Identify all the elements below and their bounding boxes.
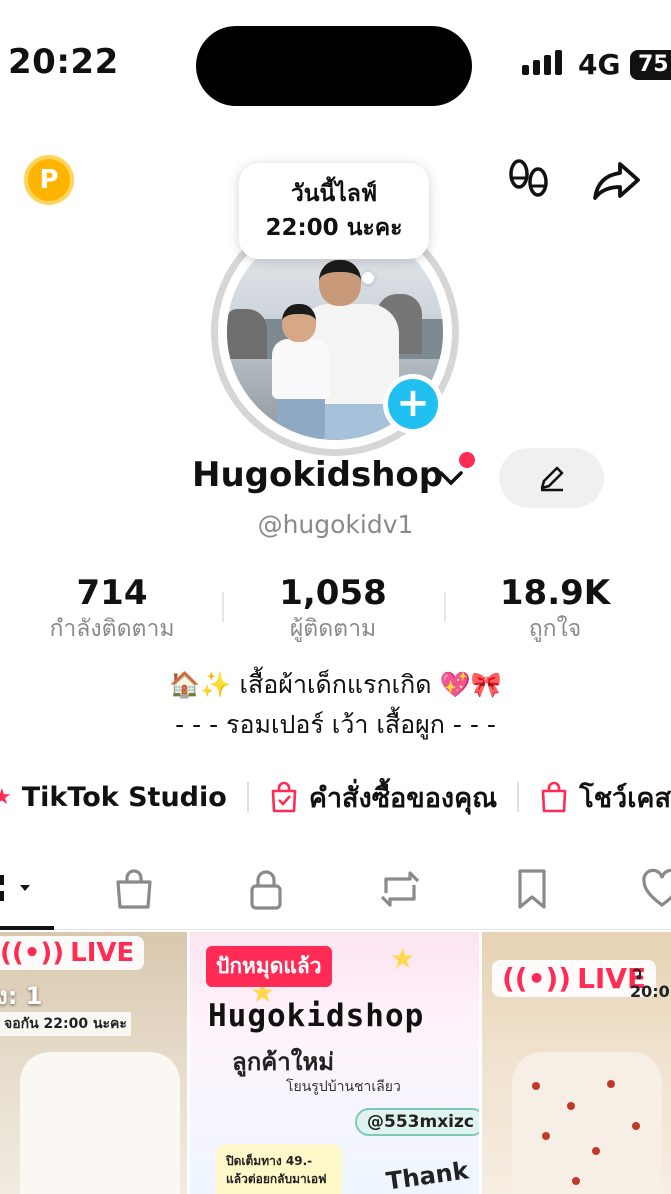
display-name[interactable]: Hugokidshop (192, 455, 443, 495)
chevron-down-icon[interactable] (437, 465, 465, 489)
video-thumbnail[interactable]: ((•)) LIVE ง: 1 จอกัน 22:00 นะคะ (0, 932, 187, 1194)
shortcut-row: ★ TikTok Studio คำสั่งซื้อของคุณ โชว์เคส (0, 775, 671, 819)
edit-profile-button[interactable] (499, 448, 604, 508)
live-broadcast-icon: ((•)) (0, 938, 65, 968)
status-time: 20:22 (8, 42, 119, 82)
video-time: 20:0 (630, 982, 670, 1001)
thumbnail-garment (20, 1052, 180, 1194)
live-note-line1: วันนี้ไลฟ์ (290, 181, 378, 207)
points-coin-icon[interactable]: P (24, 155, 74, 205)
shopping-bag-icon (541, 781, 567, 813)
tab-reposts[interactable] (370, 864, 430, 914)
stat-followers[interactable]: 1,058 ผู้ติดตาม (233, 573, 433, 645)
pencil-icon (540, 466, 563, 492)
stat-value: 18.9K (499, 573, 611, 613)
saved-bookmark-icon (518, 869, 546, 909)
stat-following[interactable]: 714 กำลังติดตาม (12, 573, 212, 645)
stat-label: ผู้ติดตาม (289, 616, 377, 642)
live-note-bubble[interactable]: วันนี้ไลฟ์ 22:00 นะคะ (239, 163, 429, 259)
stat-likes[interactable]: 18.9K ถูกใจ (455, 573, 655, 645)
private-lock-icon (250, 870, 282, 910)
thumbnail-garment (512, 1052, 662, 1194)
tab-shop[interactable] (104, 864, 164, 914)
footprint-icon[interactable] (506, 158, 552, 204)
tab-videos[interactable] (0, 864, 46, 914)
active-tab-indicator (0, 926, 54, 930)
shortcut-label: คำสั่งซื้อของคุณ (308, 782, 498, 814)
video-subcaption: จอกัน 22:00 นะคะ (0, 1012, 131, 1036)
shortcut-orders[interactable]: คำสั่งซื้อของคุณ (269, 776, 497, 819)
username: @hugokidv1 (257, 510, 414, 539)
bio-line-1: 🏠✨ เสื้อผ้าเด็กแรกเกิด 💖🎀 (169, 670, 502, 699)
stat-label: ถูกใจ (528, 616, 582, 642)
shortcut-divider (246, 782, 249, 812)
shortcut-label: TikTok Studio (21, 781, 227, 813)
thumbnail-subtitle-2: โยนรูปบ้านชาเลียว (286, 1079, 401, 1095)
live-broadcast-icon: ((•)) (502, 962, 572, 995)
battery-icon: 75 (630, 50, 671, 80)
stat-value: 1,058 (279, 573, 387, 613)
video-thumbnail-pinned[interactable]: ★ ★ ปักหมุดแล้ว Hugokidshop ลูกค้าใหม่ โ… (190, 932, 479, 1194)
thumbnail-note: ปิดเต็มทาง 49.- แล้วต่อยกลับมาเอฟ (216, 1144, 342, 1194)
order-bag-icon (271, 781, 297, 813)
thumbnail-title: Hugokidshop (208, 998, 425, 1034)
repost-icon (380, 871, 420, 907)
live-label: LIVE (70, 938, 135, 968)
tab-private[interactable] (236, 864, 296, 914)
star-icon: ★ (0, 784, 12, 810)
stat-divider (222, 592, 224, 622)
shop-bag-icon (116, 869, 152, 909)
videos-grid-icon (0, 875, 30, 901)
share-arrow-icon[interactable] (592, 158, 642, 204)
video-grid: ((•)) LIVE ง: 1 จอกัน 22:00 นะคะ ★ ★ ปัก… (0, 932, 671, 1194)
tab-saved[interactable] (502, 864, 562, 914)
shortcut-divider (517, 782, 520, 812)
liked-heart-icon (642, 868, 671, 907)
dynamic-island (196, 26, 472, 106)
shortcut-showcase[interactable]: โชว์เคส (539, 776, 671, 819)
shortcut-tiktok-studio[interactable]: ★ TikTok Studio (0, 782, 227, 813)
live-badge: ((•)) LIVE (0, 936, 145, 970)
live-note-line2: 22:00 นะคะ (265, 215, 403, 241)
star-decoration-icon: ★ (390, 942, 416, 975)
network-type: 4G (578, 48, 621, 81)
video-caption: ง: 1 (0, 982, 43, 1010)
thumbnail-thanks: Thank (384, 1156, 471, 1194)
bubble-tail (362, 272, 374, 284)
signal-icon (522, 50, 562, 75)
stat-label: กำลังติดตาม (49, 616, 175, 642)
stat-divider (444, 592, 446, 622)
add-story-button[interactable]: + (383, 374, 443, 434)
pinned-badge: ปักหมุดแล้ว (206, 946, 332, 987)
battery-level: 75 (638, 52, 669, 77)
stat-value: 714 (76, 573, 148, 613)
tab-liked[interactable] (632, 864, 671, 914)
bio-line-2: - - - รอมเปอร์ เว้า เสื้อผูก - - - (175, 710, 496, 739)
profile-tab-bar (0, 858, 671, 930)
video-thumbnail[interactable]: ((•)) LIVE ว 20:0 (482, 932, 671, 1194)
shortcut-label: โชว์เคส (579, 782, 671, 814)
thumbnail-handle: @553mxizc (355, 1108, 479, 1136)
notification-dot (459, 452, 475, 468)
